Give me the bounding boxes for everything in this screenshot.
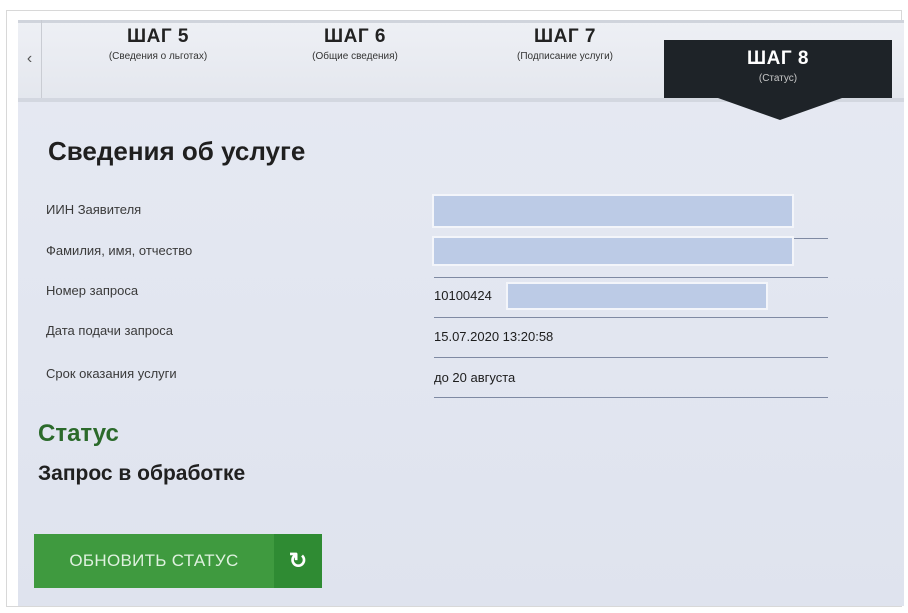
step-8-title: ШАГ 8 [747, 48, 809, 69]
field-label-request-number: Номер запроса [46, 283, 139, 298]
masked-value-fullname [432, 236, 794, 266]
step-8-subtitle: (Статус) [758, 73, 798, 84]
field-value-deadline: до 20 августа [434, 370, 516, 385]
refresh-status-button[interactable]: ОБНОВИТЬ СТАТУС ↻ [34, 534, 322, 588]
field-label-fullname: Фамилия, имя, отчество [46, 243, 193, 258]
active-step-pointer [718, 98, 842, 120]
refresh-icon[interactable]: ↻ [274, 534, 322, 588]
field-label-deadline: Срок оказания услуги [46, 366, 177, 381]
steps-top-line [18, 20, 904, 23]
field-underline [434, 397, 828, 398]
step-6[interactable]: ШАГ 6 (Общие сведения) [280, 26, 430, 62]
step-7[interactable]: ШАГ 7 (Подписание услуги) [480, 26, 650, 62]
step-7-subtitle: (Подписание услуги) [517, 51, 613, 62]
field-label-submit-date: Дата подачи запроса [46, 323, 173, 338]
field-label-iin: ИИН Заявителя [46, 202, 142, 217]
service-status-screen: ‹ ШАГ 5 (Сведения о льготах) ШАГ 6 (Общи… [18, 20, 904, 606]
step-6-subtitle: (Общие сведения) [312, 51, 398, 62]
step-5-title: ШАГ 5 [127, 26, 189, 47]
step-navigation: ‹ ШАГ 5 (Сведения о льготах) ШАГ 6 (Общи… [18, 20, 904, 98]
field-underline [434, 317, 828, 318]
page-title: Сведения об услуге [48, 136, 306, 166]
step-5-subtitle: (Сведения о льготах) [108, 51, 208, 62]
step-5[interactable]: ШАГ 5 (Сведения о льготах) [78, 26, 238, 62]
status-value: Запрос в обработке [38, 462, 246, 485]
masked-value-iin [432, 194, 794, 228]
masked-value-request-number [506, 282, 768, 310]
field-underline [434, 357, 828, 358]
refresh-status-label: ОБНОВИТЬ СТАТУС [34, 534, 274, 588]
status-heading: Статус [38, 420, 119, 447]
field-value-submit-date: 15.07.2020 13:20:58 [434, 329, 554, 344]
chevron-left-icon[interactable]: ‹ [18, 20, 42, 98]
step-6-title: ШАГ 6 [324, 26, 386, 47]
step-7-title: ШАГ 7 [534, 26, 596, 47]
field-value-request-number: 10100424 [434, 288, 492, 303]
field-underline [434, 277, 828, 278]
step-8-active[interactable]: ШАГ 8 (Статус) [664, 40, 892, 98]
